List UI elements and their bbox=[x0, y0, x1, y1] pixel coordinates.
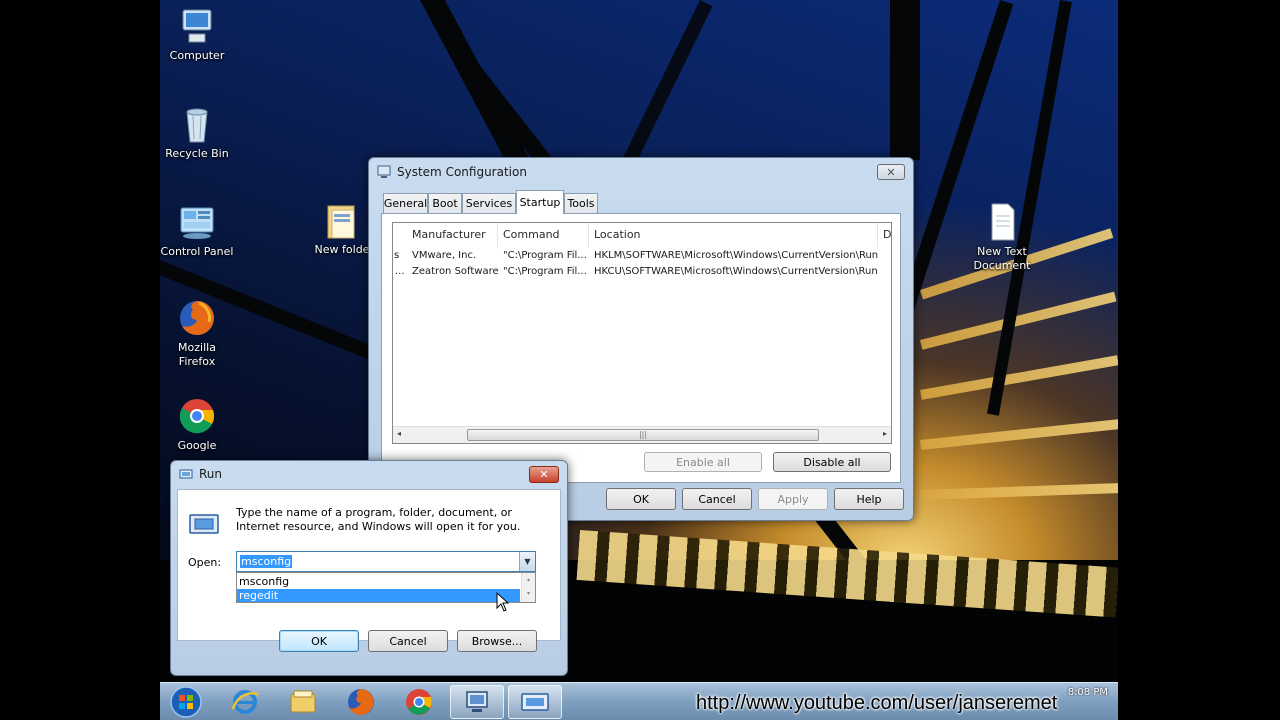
tab-general[interactable]: General bbox=[383, 193, 428, 213]
tab-startup[interactable]: Startup bbox=[516, 190, 564, 214]
taskbar-windows-explorer[interactable] bbox=[276, 685, 330, 719]
tab-services[interactable]: Services bbox=[462, 193, 516, 213]
internet-explorer-icon bbox=[231, 690, 259, 714]
row-checkbox-cell[interactable]: s bbox=[394, 250, 399, 261]
open-combobox[interactable]: msconfig ▼ bbox=[236, 551, 536, 572]
taskbar-run[interactable] bbox=[508, 685, 562, 719]
cancel-button[interactable]: Cancel bbox=[682, 488, 752, 510]
help-button[interactable]: Help bbox=[834, 488, 904, 510]
start-button[interactable] bbox=[160, 685, 212, 719]
window-title: System Configuration bbox=[397, 165, 527, 179]
tab-label: Tools bbox=[567, 197, 595, 210]
cancel-button[interactable]: Cancel bbox=[368, 630, 448, 652]
cell-command: "C:\Program Fil... bbox=[503, 250, 587, 261]
browse-button[interactable]: Browse... bbox=[457, 630, 537, 652]
chrome-icon bbox=[406, 689, 432, 715]
desktop-icon-label: Firefox bbox=[178, 355, 216, 368]
desktop[interactable]: Computer Recycle Bin Control Panel Mozil… bbox=[160, 0, 1118, 720]
tab-boot[interactable]: Boot bbox=[428, 193, 462, 213]
system-configuration-titlebar[interactable]: System Configuration bbox=[369, 158, 913, 186]
cell-location: HKCU\SOFTWARE\Microsoft\Windows\CurrentV… bbox=[594, 266, 878, 277]
disable-all-button[interactable]: Disable all bbox=[773, 452, 891, 472]
close-icon: ✕ bbox=[886, 165, 896, 179]
tab-label: Services bbox=[465, 197, 513, 210]
horizontal-scrollbar[interactable]: ◂ ||| ▸ bbox=[393, 426, 891, 443]
tab-label: Boot bbox=[432, 197, 458, 210]
close-button[interactable]: ✕ bbox=[529, 466, 559, 483]
run-description: Type the name of a program, folder, docu… bbox=[236, 506, 521, 533]
folder-icon bbox=[322, 200, 362, 240]
cell-manufacturer: Zeatron Software bbox=[412, 266, 499, 277]
column-header-location[interactable]: Location bbox=[594, 223, 641, 247]
scroll-left-icon[interactable]: ◂ bbox=[397, 429, 401, 438]
list-item-selected[interactable]: regedit bbox=[237, 589, 520, 602]
chrome-icon bbox=[177, 396, 217, 436]
open-label: Open: bbox=[188, 556, 222, 569]
computer-icon bbox=[177, 6, 217, 46]
dropdown-button[interactable]: ▼ bbox=[519, 552, 535, 571]
run-icon bbox=[521, 693, 549, 711]
desktop-icon-label: Document bbox=[973, 259, 1031, 272]
ok-button[interactable]: OK bbox=[279, 630, 359, 652]
list-scrollbar[interactable]: ▴ ▾ bbox=[521, 573, 535, 602]
ok-button[interactable]: OK bbox=[606, 488, 676, 510]
desktop-icon-label: Control Panel bbox=[160, 245, 234, 258]
cell-command: "C:\Program Fil... bbox=[503, 266, 587, 277]
desktop-icon-new-text-document[interactable]: New Text Document bbox=[962, 202, 1042, 273]
open-input[interactable]: msconfig bbox=[240, 555, 293, 568]
run-icon bbox=[179, 469, 193, 479]
list-item[interactable]: msconfig bbox=[239, 575, 289, 588]
cell-location: HKLM\SOFTWARE\Microsoft\Windows\CurrentV… bbox=[594, 250, 879, 261]
desktop-icon-label: New Text bbox=[977, 245, 1027, 258]
recycle-bin-icon bbox=[177, 104, 217, 144]
enable-all-button[interactable]: Enable all bbox=[644, 452, 762, 472]
column-header-command[interactable]: Command bbox=[503, 223, 560, 247]
desktop-icon-label: Mozilla bbox=[178, 341, 216, 354]
taskbar-system-configuration[interactable] bbox=[450, 685, 504, 719]
autocomplete-list[interactable]: msconfig regedit ▴ ▾ bbox=[236, 572, 536, 603]
close-button[interactable]: ✕ bbox=[877, 164, 905, 180]
cell-manufacturer: VMware, Inc. bbox=[412, 250, 477, 261]
system-configuration-icon bbox=[377, 165, 391, 178]
firefox-icon bbox=[177, 298, 217, 338]
run-dialog[interactable]: Run ✕ Type the name of a program, folder… bbox=[170, 460, 568, 676]
startup-panel: Manufacturer Command Location D s VMware… bbox=[381, 213, 901, 483]
clock[interactable]: 8:08 PM bbox=[1068, 687, 1108, 698]
control-panel-icon bbox=[177, 202, 217, 242]
desktop-icon-chrome[interactable]: Google bbox=[160, 396, 237, 453]
run-body: Type the name of a program, folder, docu… bbox=[177, 489, 561, 641]
scroll-right-icon[interactable]: ▸ bbox=[883, 429, 887, 438]
windows-explorer-icon bbox=[290, 690, 316, 713]
taskbar-chrome[interactable] bbox=[392, 685, 446, 719]
desktop-icon-firefox[interactable]: Mozilla Firefox bbox=[160, 298, 237, 369]
mouse-cursor-icon bbox=[496, 592, 510, 612]
desktop-icon-computer[interactable]: Computer bbox=[160, 6, 237, 63]
tab-label: General bbox=[383, 197, 428, 210]
apply-button[interactable]: Apply bbox=[758, 488, 828, 510]
window-title: Run bbox=[199, 467, 223, 481]
text-document-icon bbox=[982, 202, 1022, 242]
tab-tools[interactable]: Tools bbox=[564, 193, 598, 213]
desktop-icon-recycle-bin[interactable]: Recycle Bin bbox=[160, 104, 237, 161]
start-orb-icon bbox=[170, 686, 202, 718]
system-configuration-icon bbox=[466, 691, 488, 712]
startup-items-list[interactable]: Manufacturer Command Location D s VMware… bbox=[392, 222, 892, 444]
desktop-icon-label: Recycle Bin bbox=[165, 147, 229, 160]
scrollbar-thumb[interactable]: ||| bbox=[467, 429, 819, 441]
chevron-down-icon: ▼ bbox=[524, 557, 531, 566]
desktop-icon-control-panel[interactable]: Control Panel bbox=[160, 202, 237, 259]
column-header-date[interactable]: D bbox=[883, 223, 891, 247]
firefox-icon bbox=[348, 689, 374, 715]
close-icon: ✕ bbox=[539, 468, 549, 481]
desktop-icon-label: Computer bbox=[169, 49, 225, 62]
column-header-manufacturer[interactable]: Manufacturer bbox=[412, 223, 486, 247]
desktop-icon-label: Google bbox=[177, 439, 217, 452]
row-checkbox-cell[interactable]: ... bbox=[395, 266, 405, 277]
run-program-icon bbox=[189, 514, 219, 534]
watermark-url: http://www.youtube.com/user/janseremet bbox=[696, 692, 1058, 714]
taskbar-firefox[interactable] bbox=[334, 685, 388, 719]
taskbar-internet-explorer[interactable] bbox=[218, 685, 272, 719]
run-titlebar[interactable]: Run bbox=[171, 461, 567, 487]
tab-label: Startup bbox=[519, 196, 561, 209]
